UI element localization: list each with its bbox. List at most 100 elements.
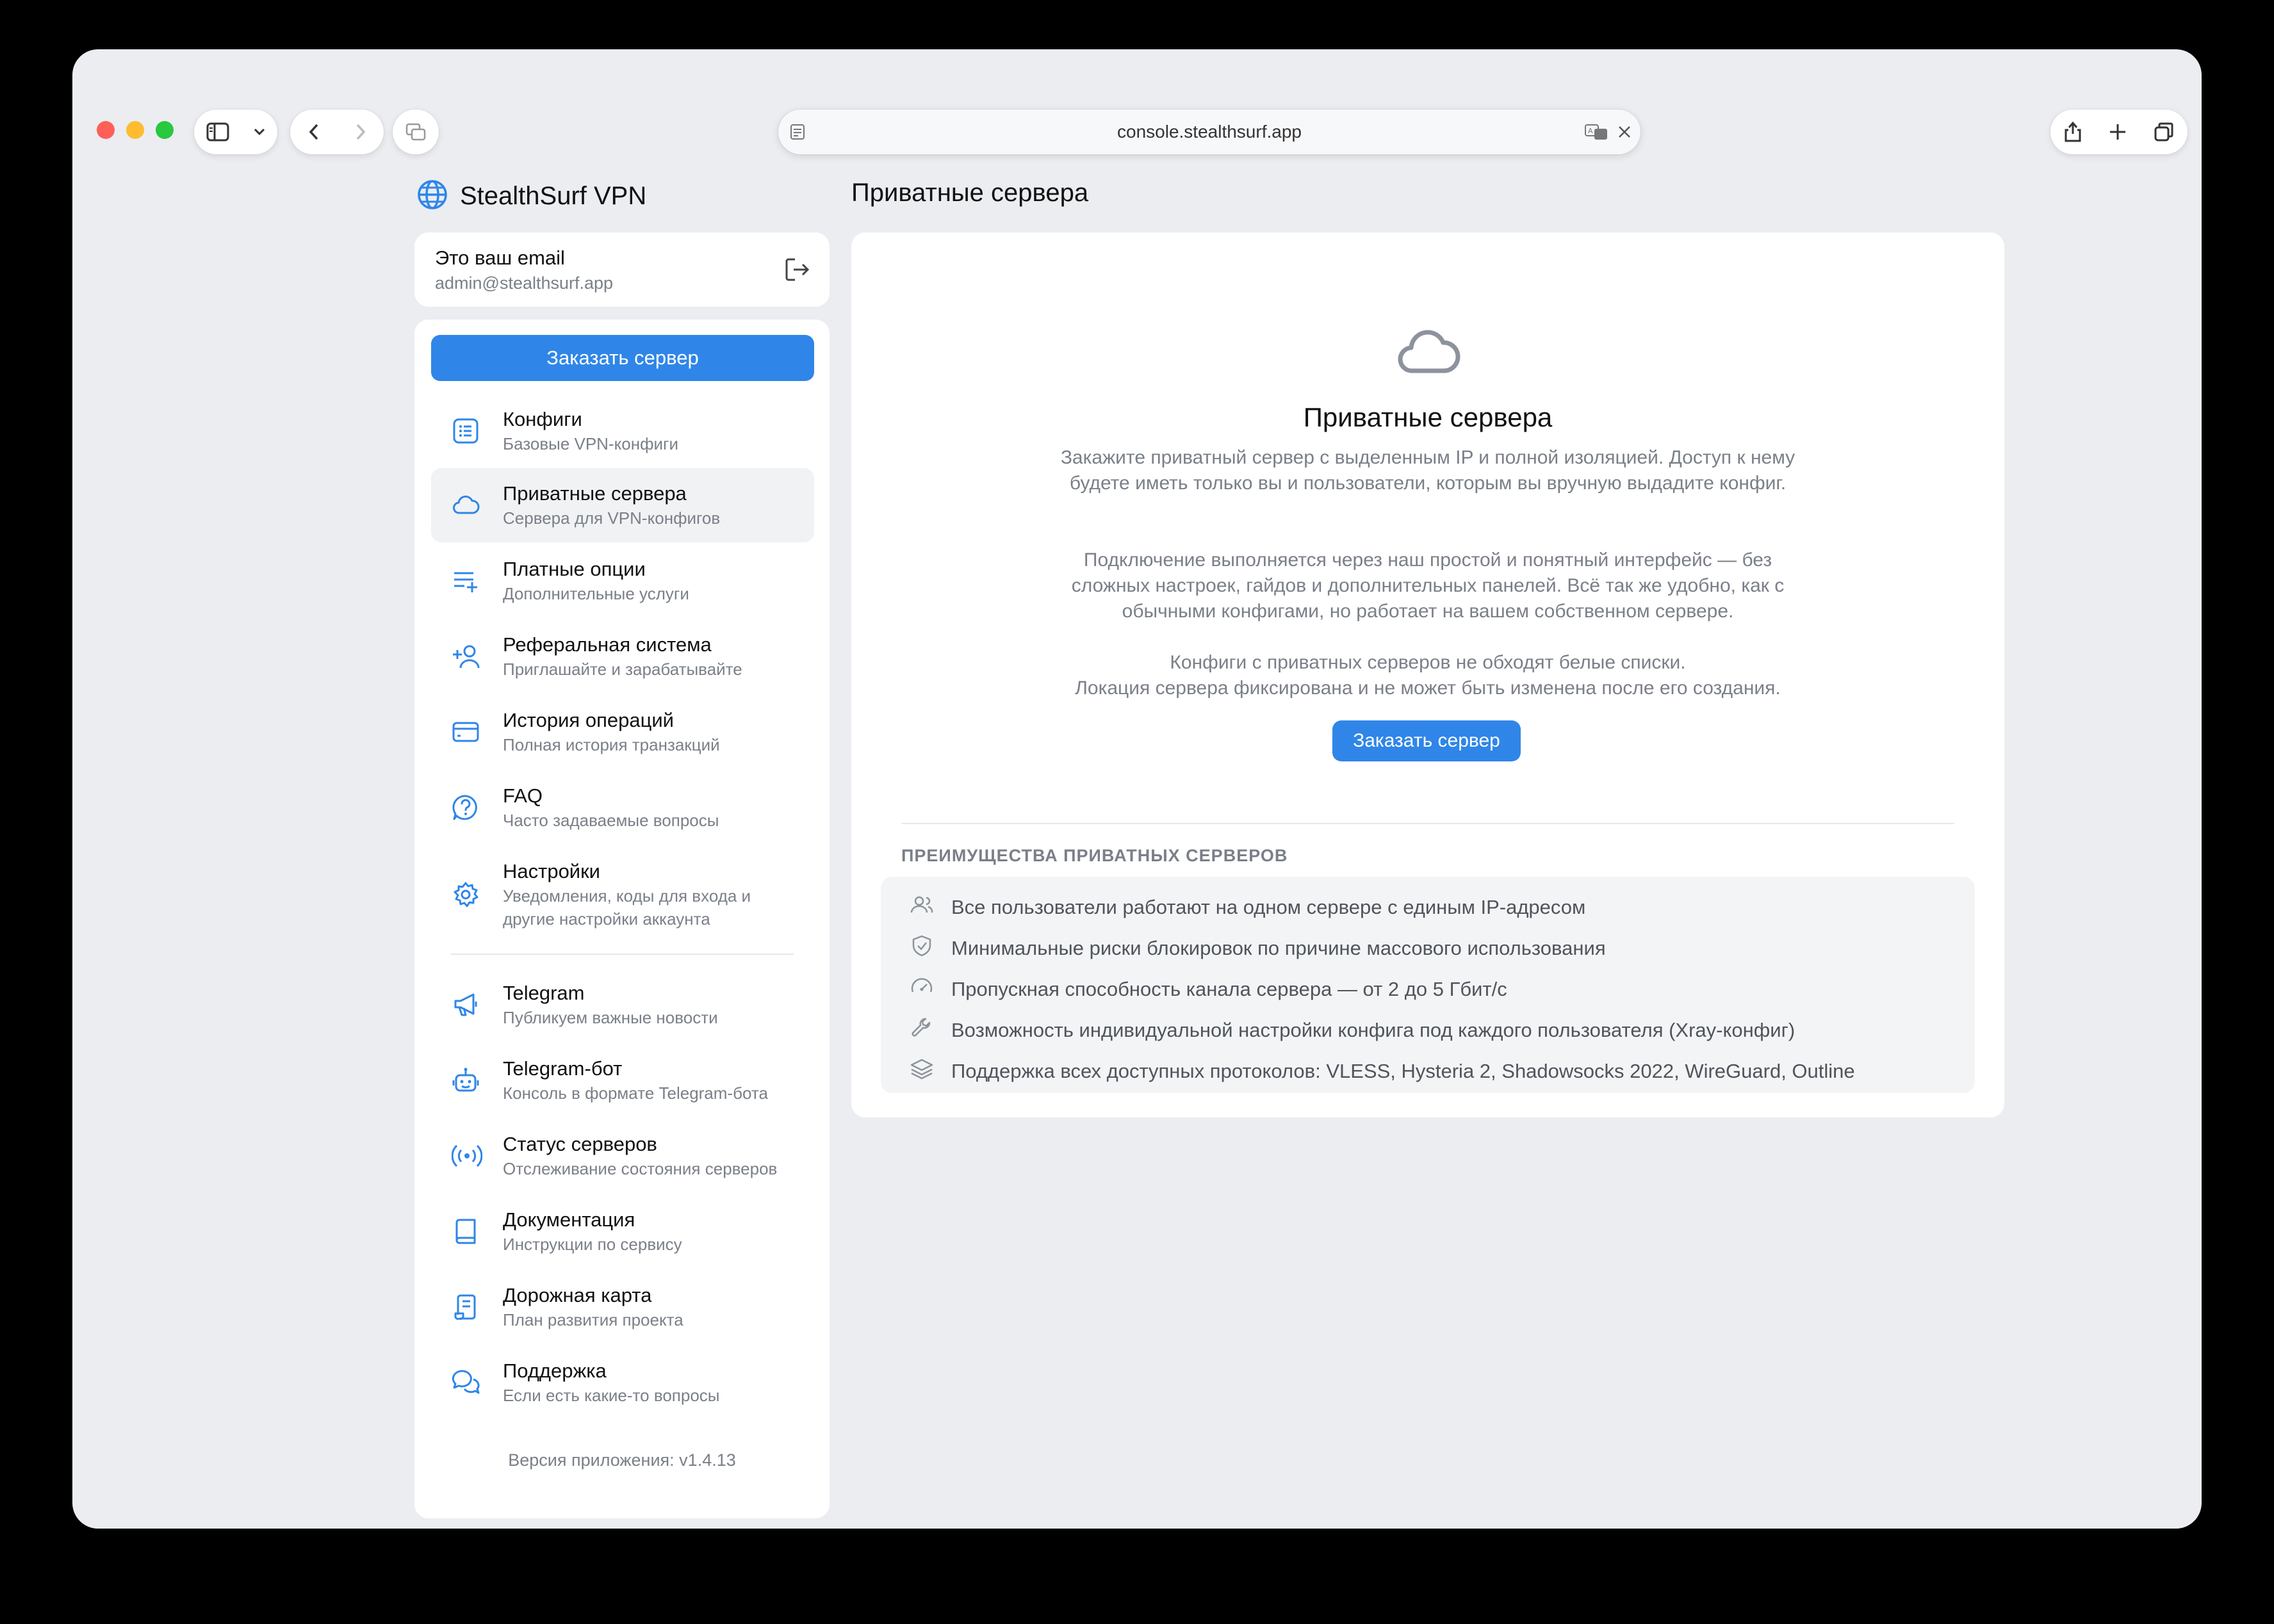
close-icon[interactable] [1617,125,1632,142]
sidebar-item-subtitle: Отслеживание состояния серверов [503,1159,778,1178]
cloud-icon [452,492,480,521]
close-window-button[interactable] [97,121,115,139]
scroll-icon [452,1293,480,1324]
advantage-text: Пропускная способность канала сервера — … [951,978,1507,1000]
sidebar-item-title: Документация [503,1208,635,1231]
sidebar-item-subtitle: Часто задаваемые вопросы [503,811,719,830]
intro-paragraph: Закажите приватный сервер с выделенным I… [1060,447,1795,494]
list-plus-icon [452,567,480,598]
sidebar-item-settings[interactable]: Настройки Уведомления, коды для входа и … [431,847,814,943]
account-email: admin@stealthsurf.app [435,273,614,293]
sidebar-item-subtitle: Уведомления, коды для входа и другие нас… [503,886,751,929]
cloud-icon [1395,322,1461,383]
broadcast-icon [451,1142,483,1173]
gauge-icon [909,975,935,1003]
sidebar-item-subtitle: План развития проекта [503,1310,683,1329]
tab-overview-button[interactable] [393,110,439,154]
sidebar-toggle-group[interactable] [194,110,277,154]
back-icon[interactable] [307,122,320,142]
sidebar-item-title: Telegram [503,982,585,1004]
forward-icon[interactable] [354,122,367,142]
advantage-text: Минимальные риски блокировок по причине … [951,937,1606,959]
bot-icon [452,1066,480,1098]
browser-window: console.stealthsurf.app A StealthSurf VP… [72,49,2202,1529]
brand-name: StealthSurf VPN [460,182,647,210]
share-icon[interactable] [2064,121,2082,143]
sidebar-divider [451,954,794,955]
sidebar-item-title: Статус серверов [503,1133,657,1155]
sidebar-item-server-status[interactable]: Статус серверов Отслеживание состояния с… [431,1120,814,1193]
list-item: Минимальные риски блокировок по причине … [909,934,1606,962]
history-nav-group [290,110,384,154]
sidebar-item-title: Приватные сервера [503,482,687,505]
sidebar-item-title: Дорожная карта [503,1284,652,1306]
tabs-icon [405,122,427,142]
url-text[interactable]: console.stealthsurf.app [778,110,1640,154]
app-version: Версия приложения: v1.4.13 [508,1450,736,1470]
tab-overview-icon[interactable] [2154,122,2174,142]
sidebar-item-configs[interactable]: Конфиги Базовые VPN-конфиги [431,395,814,468]
sidebar-item-telegram[interactable]: Telegram Публикуем важные новости [431,969,814,1042]
brand[interactable]: StealthSurf VPN [416,179,646,214]
list-item: Пропускная способность канала сервера — … [909,975,1507,1003]
sidebar-item-roadmap[interactable]: Дорожная карта План развития проекта [431,1271,814,1344]
sidebar-item-title: Поддержка [503,1360,607,1382]
chevron-down-icon[interactable] [253,127,266,136]
sidebar-item-paid-options[interactable]: Платные опции Дополнительные услуги [431,545,814,618]
sidebar-item-subtitle: Если есть какие-то вопросы [503,1386,720,1405]
logout-icon[interactable] [783,256,812,287]
advantage-text: Все пользователи работают на одном серве… [951,896,1586,918]
sidebar-item-docs[interactable]: Документация Инструкции по сервису [431,1196,814,1269]
hero-title: Приватные сервера [1303,402,1553,432]
sidebar-item-subtitle: Публикуем важные новости [503,1008,718,1027]
sidebar-item-private-servers[interactable]: Приватные сервера Сервера для VPN-конфиг… [431,468,814,542]
location-note: Локация сервера фиксирована и не может б… [1075,678,1781,699]
sidebar-item-history[interactable]: История операций Полная история транзакц… [431,696,814,769]
sidebar-item-faq[interactable]: FAQ Часто задаваемые вопросы [431,772,814,845]
sidebar-item-subtitle: Базовые VPN-конфиги [503,434,679,453]
sidebar-item-subtitle: Полная история транзакций [503,735,720,754]
advantages-heading: ПРЕИМУЩЕСТВА ПРИВАТНЫХ СЕРВЕРОВ [901,846,1288,865]
sidebar-item-title: Настройки [503,860,601,882]
account-card: Это ваш email admin@stealthsurf.app [414,232,830,307]
credit-card-icon [452,719,480,748]
user-plus-icon [452,642,482,674]
sidebar-item-title: Telegram-бот [503,1057,623,1080]
advantages-list: Все пользователи работают на одном серве… [881,877,1975,1093]
sidebar-item-title: История операций [503,709,674,731]
sidebar-item-title: Платные опции [503,558,646,580]
toolbar-actions-group [2050,110,2188,154]
shield-check-icon [909,934,935,962]
wrench-icon [909,1016,935,1044]
help-circle-icon [452,793,480,825]
minimize-window-button[interactable] [126,121,144,139]
sidebar-item-subtitle: Дополнительные услуги [503,584,689,603]
advantage-text: Поддержка всех доступных протоколов: VLE… [951,1060,1855,1082]
megaphone-icon [452,991,480,1022]
sidebar-item-subtitle: Сервера для VPN-конфигов [503,508,721,528]
svg-text:A: A [1588,127,1593,135]
layers-icon [909,1057,935,1085]
section-divider [901,823,1954,824]
address-bar[interactable]: console.stealthsurf.app A [778,110,1640,154]
list-icon [452,417,480,448]
sidebar-item-support[interactable]: Поддержка Если есть какие-то вопросы [431,1347,814,1420]
order-server-button[interactable]: Заказать сервер [1332,720,1521,761]
private-servers-panel: Приватные сервера Закажите приватный сер… [851,232,2004,1117]
list-item: Поддержка всех доступных протоколов: VLE… [909,1057,1855,1085]
sidebar-item-telegram-bot[interactable]: Telegram-бот Консоль в формате Telegram-… [431,1044,814,1117]
globe-icon [416,179,448,214]
list-item: Возможность индивидуальной настройки кон… [909,1016,1795,1044]
gear-icon [452,881,480,912]
sidebar-menu: Заказать сервер Конфиги Базовые VPN-конф… [414,320,830,1518]
translate-icon[interactable]: A [1584,124,1608,143]
book-icon [452,1217,480,1249]
chat-icon [452,1368,481,1400]
order-server-button[interactable]: Заказать сервер [431,335,814,381]
users-icon [909,893,935,922]
zoom-window-button[interactable] [156,121,174,139]
sidebar-icon[interactable] [206,122,229,142]
new-tab-icon[interactable] [2109,123,2127,141]
sidebar-item-referral[interactable]: Реферальная система Приглашайте и зараба… [431,621,814,694]
interface-paragraph: Подключение выполняется через наш просто… [1071,549,1785,622]
